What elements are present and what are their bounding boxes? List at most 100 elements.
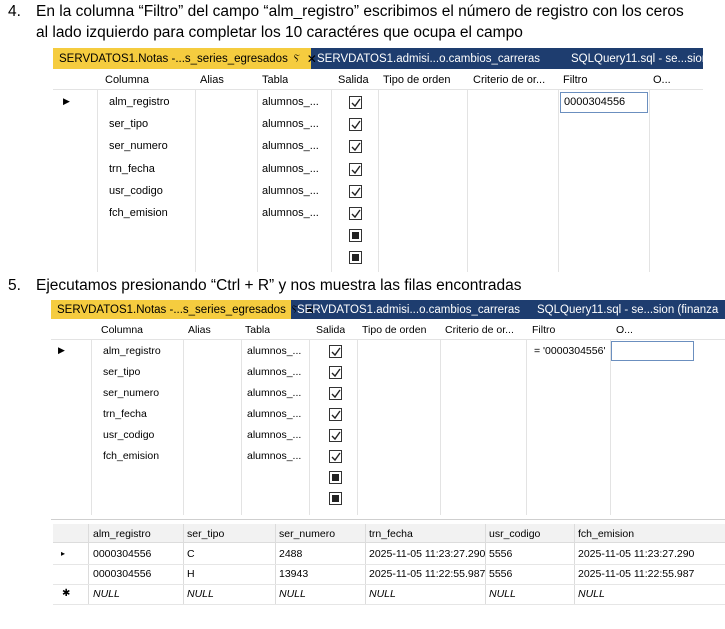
col-header-columna[interactable]: Columna <box>101 324 143 336</box>
row-columna[interactable]: ser_tipo <box>103 366 140 378</box>
result-header[interactable]: alm_registro <box>93 528 151 540</box>
col-header-tabla[interactable]: Tabla <box>262 74 288 86</box>
row-tabla[interactable]: alumnos_... <box>247 345 301 357</box>
row-columna[interactable]: alm_registro <box>103 345 161 357</box>
col-header-tipo-orden[interactable]: Tipo de orden <box>383 74 450 86</box>
result-cell[interactable]: C <box>187 548 195 560</box>
result-cell[interactable]: NULL <box>187 588 214 600</box>
row-columna[interactable]: fch_emision <box>109 207 168 219</box>
col-header-criterio[interactable]: Criterio de or... <box>473 74 545 86</box>
result-cell[interactable]: H <box>187 568 195 580</box>
new-row-indicator: ✱ <box>62 588 71 599</box>
tab-bar: SERVDATOS1.Notas -...s_series_egresados … <box>53 48 703 69</box>
result-cell[interactable]: 0000304556 <box>93 548 151 560</box>
col-header-alias[interactable]: Alias <box>188 324 211 336</box>
row-columna[interactable]: alm_registro <box>109 96 170 108</box>
salida-checkbox[interactable] <box>329 387 342 400</box>
col-header-columna[interactable]: Columna <box>105 74 149 86</box>
result-cell[interactable]: 2025-11-05 11:23:27.290 <box>369 548 485 560</box>
result-cell[interactable]: 2025-11-05 11:23:27.290 <box>578 548 694 560</box>
col-header-filtro[interactable]: Filtro <box>563 74 587 86</box>
row-tabla[interactable]: alumnos_... <box>262 163 319 175</box>
col-header-salida[interactable]: Salida <box>316 324 345 336</box>
filter-input[interactable]: 0000304556 <box>560 92 648 113</box>
result-header[interactable]: trn_fecha <box>369 528 413 540</box>
result-header[interactable]: fch_emision <box>578 528 634 540</box>
tab-admision-label: SERVDATOS1.admisi...o.cambios_carreras <box>297 303 521 316</box>
filter-value[interactable]: = '0000304556' <box>534 345 605 357</box>
tab-bar: SERVDATOS1.Notas -...s_series_egresados … <box>51 300 725 319</box>
result-cell[interactable]: 2025-11-05 11:22:55.987 <box>578 568 694 580</box>
col-header-o[interactable]: O... <box>616 324 633 336</box>
empty-row-checkbox[interactable] <box>349 229 362 242</box>
row-columna[interactable]: usr_codigo <box>103 429 154 441</box>
tab-sqlquery[interactable]: SQLQuery11.sql - se...sion <box>565 48 703 69</box>
row-columna[interactable]: ser_numero <box>109 140 168 152</box>
row-columna[interactable]: fch_emision <box>103 450 159 462</box>
result-cell[interactable]: 5556 <box>489 548 512 560</box>
result-cell[interactable]: NULL <box>93 588 120 600</box>
result-cell[interactable]: 5556 <box>489 568 512 580</box>
tab-admision-label: SERVDATOS1.admisi...o.cambios_carreras <box>317 52 541 65</box>
row-tabla[interactable]: alumnos_... <box>247 387 301 399</box>
tab-sqlquery[interactable]: SQLQuery11.sql - se...sion (finanza <box>531 300 718 319</box>
result-header[interactable]: ser_tipo <box>187 528 224 540</box>
salida-checkbox[interactable] <box>349 163 362 176</box>
or-filter-input[interactable] <box>611 341 694 361</box>
result-cell[interactable]: NULL <box>279 588 306 600</box>
tab-admision[interactable]: SERVDATOS1.admisi...o.cambios_carreras <box>311 48 540 69</box>
col-header-tabla[interactable]: Tabla <box>245 324 270 336</box>
row-tabla[interactable]: alumnos_... <box>247 408 301 420</box>
tab-notas-label: SERVDATOS1.Notas -...s_series_egresados <box>57 303 286 316</box>
salida-checkbox[interactable] <box>329 345 342 358</box>
salida-checkbox[interactable] <box>329 450 342 463</box>
empty-row-checkbox[interactable] <box>349 251 362 264</box>
result-header[interactable]: ser_numero <box>279 528 335 540</box>
result-cell[interactable]: 0000304556 <box>93 568 151 580</box>
empty-row-checkbox[interactable] <box>329 471 342 484</box>
result-cell[interactable]: 2488 <box>279 548 302 560</box>
result-cell[interactable]: 2025-11-05 11:22:55.987 <box>369 568 485 580</box>
result-cell[interactable]: 13943 <box>279 568 308 580</box>
tab-notas[interactable]: SERVDATOS1.Notas -...s_series_egresados … <box>53 48 317 69</box>
row-columna[interactable]: trn_fecha <box>109 163 155 175</box>
col-header-tipo-orden[interactable]: Tipo de orden <box>362 324 426 336</box>
row-columna[interactable]: trn_fecha <box>103 408 147 420</box>
row-tabla[interactable]: alumnos_... <box>262 140 319 152</box>
col-header-o[interactable]: O... <box>653 74 671 86</box>
result-cell[interactable]: NULL <box>369 588 396 600</box>
col-header-alias[interactable]: Alias <box>200 74 224 86</box>
salida-checkbox[interactable] <box>349 185 362 198</box>
salida-checkbox[interactable] <box>349 96 362 109</box>
salida-checkbox[interactable] <box>329 366 342 379</box>
row-tabla[interactable]: alumnos_... <box>247 450 301 462</box>
col-header-filtro[interactable]: Filtro <box>532 324 555 336</box>
current-row-indicator: ▶ <box>63 96 70 106</box>
row-tabla[interactable]: alumnos_... <box>262 207 319 219</box>
row-tabla[interactable]: alumnos_... <box>247 366 301 378</box>
row-tabla[interactable]: alumnos_... <box>262 96 319 108</box>
step-4-line-1: En la columna “Filtro” del campo “alm_re… <box>36 3 684 20</box>
row-columna[interactable]: ser_tipo <box>109 118 148 130</box>
empty-row-checkbox[interactable] <box>329 492 342 505</box>
result-header[interactable]: usr_codigo <box>489 528 540 540</box>
salida-checkbox[interactable] <box>329 408 342 421</box>
row-tabla[interactable]: alumnos_... <box>247 429 301 441</box>
row-columna[interactable]: ser_numero <box>103 387 159 399</box>
salida-checkbox[interactable] <box>349 118 362 131</box>
salida-checkbox[interactable] <box>349 207 362 220</box>
tab-admision[interactable]: SERVDATOS1.admisi...o.cambios_carreras <box>291 300 520 319</box>
pin-icon[interactable]: Ⲋ <box>294 53 300 64</box>
tab-notas[interactable]: SERVDATOS1.Notas -...s_series_egresados … <box>51 300 315 319</box>
result-cell[interactable]: NULL <box>489 588 516 600</box>
row-tabla[interactable]: alumnos_... <box>262 118 319 130</box>
query-designer-1: SERVDATOS1.Notas -...s_series_egresados … <box>53 48 703 272</box>
row-tabla[interactable]: alumnos_... <box>262 185 319 197</box>
salida-checkbox[interactable] <box>349 140 362 153</box>
step-4-line-2: al lado izquierdo para completar los 10 … <box>36 24 523 41</box>
salida-checkbox[interactable] <box>329 429 342 442</box>
result-cell[interactable]: NULL <box>578 588 605 600</box>
row-columna[interactable]: usr_codigo <box>109 185 163 197</box>
col-header-criterio[interactable]: Criterio de or... <box>445 324 514 336</box>
col-header-salida[interactable]: Salida <box>338 74 369 86</box>
